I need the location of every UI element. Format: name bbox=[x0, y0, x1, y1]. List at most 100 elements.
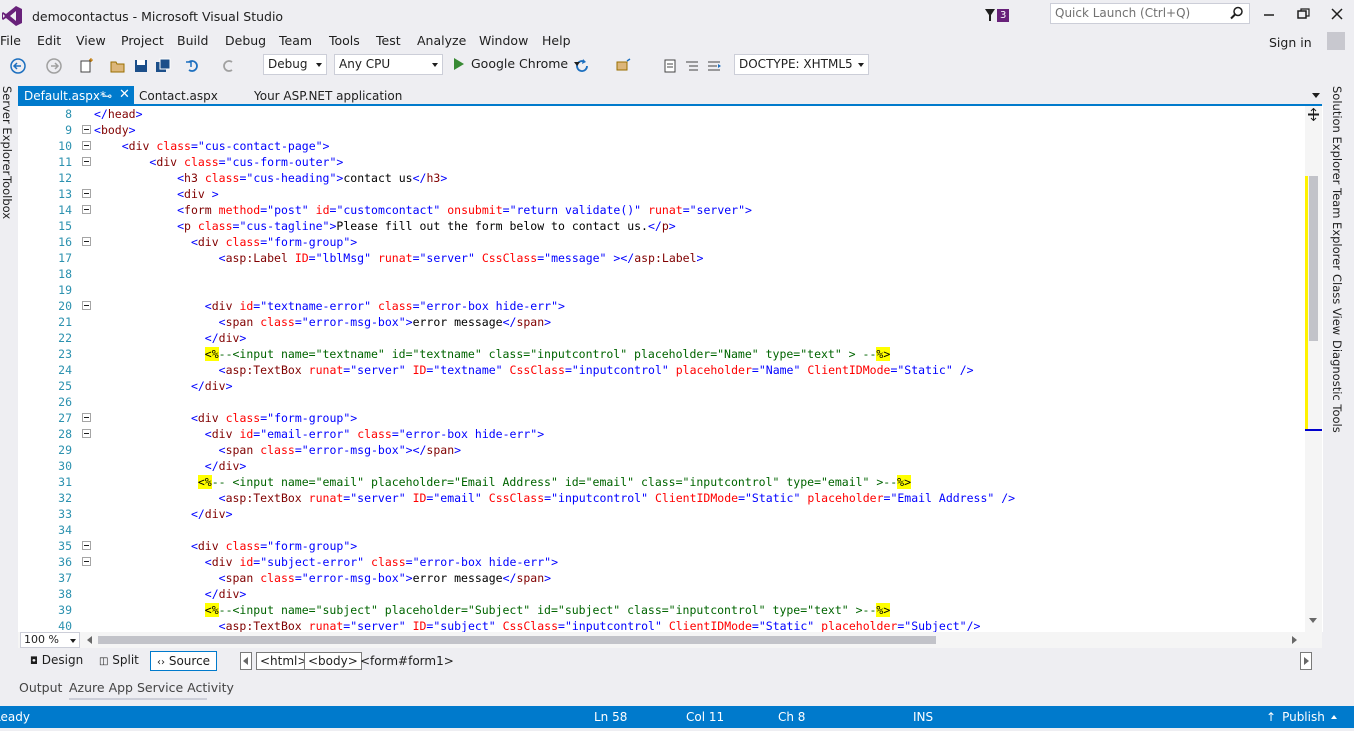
code-line[interactable]: 15 <p class="cus-tagline">Please fill ou… bbox=[18, 218, 1304, 234]
solution-explorer-tab[interactable]: Solution Explorer bbox=[1330, 86, 1344, 184]
close-tab-icon[interactable]: ✕ bbox=[119, 87, 130, 102]
code-line[interactable]: 27 <div class="form-group"> bbox=[18, 410, 1304, 426]
code-line[interactable]: 10 <div class="cus-contact-page"> bbox=[18, 138, 1304, 154]
chevron-down-icon[interactable] bbox=[574, 61, 581, 66]
menu-analyze[interactable]: Analyze bbox=[417, 33, 466, 48]
vertical-scrollbar[interactable] bbox=[1305, 106, 1322, 632]
code-line[interactable]: 38 </div> bbox=[18, 586, 1304, 602]
code-line[interactable]: 12 <h3 class="cus-heading">contact us</h… bbox=[18, 170, 1304, 186]
quick-launch-input[interactable]: Quick Launch (Ctrl+Q) bbox=[1050, 3, 1250, 24]
code-line[interactable]: 31 <%-- <input name="email" placeholder=… bbox=[18, 474, 1304, 490]
code-line[interactable]: 30 </div> bbox=[18, 458, 1304, 474]
collapse-icon[interactable] bbox=[82, 141, 91, 150]
close-icon[interactable] bbox=[1328, 6, 1346, 22]
code-line[interactable]: 9 <body> bbox=[18, 122, 1304, 138]
publish-button[interactable]: ↑ Publish bbox=[1266, 710, 1337, 724]
code-line[interactable]: 23 <%--<input name="textname" id="textna… bbox=[18, 346, 1304, 362]
collapse-icon[interactable] bbox=[82, 429, 91, 438]
menu-file[interactable]: File bbox=[0, 33, 21, 48]
code-line[interactable]: 33 </div> bbox=[18, 506, 1304, 522]
menu-test[interactable]: Test bbox=[376, 33, 401, 48]
code-line[interactable]: 35 <div class="form-group"> bbox=[18, 538, 1304, 554]
menu-edit[interactable]: Edit bbox=[37, 33, 61, 48]
crumb-forward-icon[interactable] bbox=[1300, 652, 1312, 670]
configuration-dropdown[interactable]: Debug bbox=[263, 54, 327, 75]
notifications-button[interactable]: 3 bbox=[984, 6, 1010, 24]
menu-help[interactable]: Help bbox=[542, 33, 571, 48]
scroll-left-icon[interactable] bbox=[87, 636, 92, 644]
code-line[interactable]: 32 <asp:TextBox runat="server" ID="email… bbox=[18, 490, 1304, 506]
code-line[interactable]: 22 </div> bbox=[18, 330, 1304, 346]
design-view-button[interactable]: ◘ Design bbox=[24, 651, 89, 671]
menu-tools[interactable]: Tools bbox=[329, 33, 360, 48]
scroll-down-icon[interactable] bbox=[1309, 618, 1317, 623]
undo-icon[interactable] bbox=[185, 58, 201, 74]
horizontal-scroll-thumb[interactable] bbox=[98, 636, 936, 644]
code-editor[interactable]: 8 </head> 9 <body> 10 <div class="cus-contac… bbox=[18, 106, 1323, 632]
code-line[interactable]: 17 <asp:Label ID="lblMsg" runat="server"… bbox=[18, 250, 1304, 266]
redo-icon[interactable] bbox=[220, 58, 236, 74]
collapse-icon[interactable] bbox=[82, 541, 91, 550]
code-line[interactable]: 34 bbox=[18, 522, 1304, 538]
split-view-button[interactable]: ◫ Split bbox=[93, 651, 145, 671]
uncomment-lines-icon[interactable] bbox=[706, 58, 722, 74]
tab-contact-aspx[interactable]: Contact.aspx bbox=[133, 86, 224, 106]
code-line[interactable]: 20 <div id="textname-error" class="error… bbox=[18, 298, 1304, 314]
code-line[interactable]: 29 <span class="error-msg-box"></span> bbox=[18, 442, 1304, 458]
minimize-icon[interactable] bbox=[1260, 6, 1278, 22]
code-line[interactable]: 8 </head> bbox=[18, 106, 1304, 122]
code-line[interactable]: 40 <asp:TextBox runat="server" ID="subje… bbox=[18, 618, 1304, 632]
scroll-right-icon[interactable] bbox=[1292, 636, 1297, 644]
menu-build[interactable]: Build bbox=[177, 33, 208, 48]
collapse-icon[interactable] bbox=[82, 237, 91, 246]
tabs-overflow-chevron-icon[interactable] bbox=[1312, 93, 1320, 98]
user-avatar-icon[interactable] bbox=[1327, 32, 1345, 50]
collapse-icon[interactable] bbox=[82, 205, 91, 214]
code-line[interactable]: 26 bbox=[18, 394, 1304, 410]
toolbox-tab[interactable]: Toolbox bbox=[0, 176, 14, 219]
code-line[interactable]: 39 <%--<input name="subject" placeholder… bbox=[18, 602, 1304, 618]
restore-icon[interactable] bbox=[1294, 6, 1312, 22]
zoom-dropdown[interactable]: 100 % bbox=[20, 632, 80, 648]
comment-lines-icon[interactable] bbox=[684, 58, 700, 74]
tab-your-aspnet-application[interactable]: Your ASP.NET application bbox=[248, 86, 408, 106]
pin-icon[interactable]: ⊸ bbox=[102, 89, 112, 103]
run-button[interactable]: Google Chrome bbox=[452, 56, 581, 71]
menu-debug[interactable]: Debug bbox=[225, 33, 266, 48]
platform-dropdown[interactable]: Any CPU bbox=[334, 54, 443, 75]
tab-default-aspx[interactable]: Default.aspx* ⊸ ✕ bbox=[18, 86, 134, 106]
team-explorer-tab[interactable]: Team Explorer bbox=[1330, 188, 1344, 270]
forward-icon[interactable] bbox=[46, 58, 62, 74]
breadcrumb-body[interactable]: <body> bbox=[304, 652, 362, 670]
new-project-icon[interactable] bbox=[78, 58, 94, 74]
code-line[interactable]: 21 <span class="error-msg-box">error mes… bbox=[18, 314, 1304, 330]
save-all-icon[interactable] bbox=[155, 58, 171, 74]
code-line[interactable]: 16 <div class="form-group"> bbox=[18, 234, 1304, 250]
code-line[interactable]: 37 <span class="error-msg-box">error mes… bbox=[18, 570, 1304, 586]
menu-view[interactable]: View bbox=[76, 33, 106, 48]
code-line[interactable]: 24 <asp:TextBox runat="server" ID="textn… bbox=[18, 362, 1304, 378]
code-line[interactable]: 14 <form method="post" id="customcontact… bbox=[18, 202, 1304, 218]
code-line[interactable]: 18 bbox=[18, 266, 1304, 282]
collapse-icon[interactable] bbox=[82, 157, 91, 166]
crumb-back-icon[interactable] bbox=[240, 652, 252, 670]
code-line[interactable]: 11 <div class="cus-form-outer"> bbox=[18, 154, 1304, 170]
document-icon[interactable] bbox=[662, 58, 678, 74]
code-line[interactable]: 19 bbox=[18, 282, 1304, 298]
vertical-scroll-thumb[interactable] bbox=[1309, 176, 1318, 341]
class-view-tab[interactable]: Class View bbox=[1330, 274, 1344, 335]
azure-activity-tab[interactable]: Azure App Service Activity bbox=[69, 680, 234, 695]
code-line[interactable]: 25 </div> bbox=[18, 378, 1304, 394]
collapse-icon[interactable] bbox=[82, 413, 91, 422]
open-folder-icon[interactable] bbox=[110, 58, 126, 74]
code-line[interactable]: 28 <div id="email-error" class="error-bo… bbox=[18, 426, 1304, 442]
output-tab[interactable]: Output bbox=[19, 680, 62, 695]
code-line[interactable]: 13 <div > bbox=[18, 186, 1304, 202]
save-icon[interactable] bbox=[133, 58, 149, 74]
source-view-button[interactable]: ‹› Source bbox=[150, 651, 218, 671]
code-line[interactable]: 36 <div id="subject-error" class="error-… bbox=[18, 554, 1304, 570]
browser-link-icon[interactable] bbox=[615, 58, 631, 74]
menu-team[interactable]: Team bbox=[279, 33, 312, 48]
sign-in-link[interactable]: Sign in bbox=[1269, 35, 1312, 50]
collapse-icon[interactable] bbox=[82, 125, 91, 134]
